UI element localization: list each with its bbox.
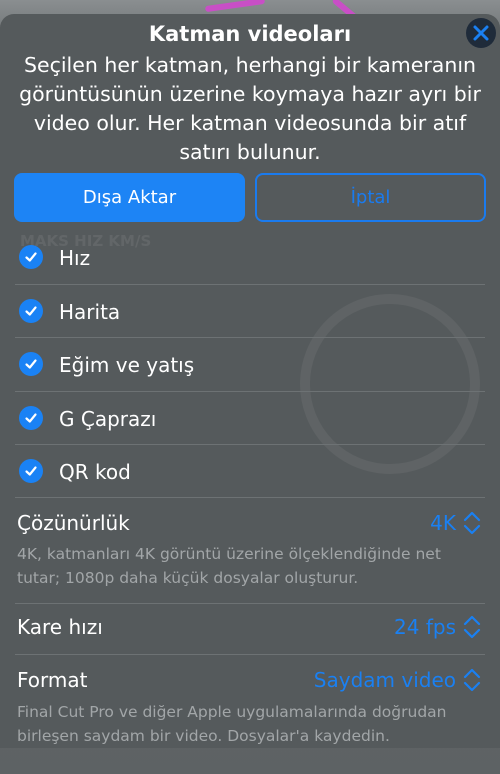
layer-label: Harita xyxy=(59,299,121,324)
checkmark-icon[interactable] xyxy=(19,299,43,323)
format-label: Format xyxy=(17,668,88,692)
chevron-up-down-icon[interactable] xyxy=(460,612,484,642)
format-picker[interactable]: Saydam video xyxy=(314,668,456,692)
sheet-title: Katman videoları xyxy=(148,22,352,46)
checkmark-icon[interactable] xyxy=(19,352,43,376)
layer-label: Hız xyxy=(59,245,91,270)
sheet-description: Seçilen her katman, herhangi bir kameran… xyxy=(19,53,481,164)
chevron-up-down-icon[interactable] xyxy=(460,665,484,695)
layer-row-pitch-roll[interactable]: Eğim ve yatış xyxy=(0,338,500,391)
layer-row-g-cross[interactable]: G Çaprazı xyxy=(0,392,500,445)
chevron-up-down-icon[interactable] xyxy=(460,508,484,538)
layer-row-map[interactable]: Harita xyxy=(0,285,500,338)
divider xyxy=(15,603,485,604)
layer-label: G Çaprazı xyxy=(59,406,157,431)
layer-videos-sheet: MAKS HIZ KM/S Katman videoları Seçilen h… xyxy=(0,14,500,748)
cancel-button[interactable]: İptal xyxy=(255,173,486,222)
export-button[interactable]: Dışa Aktar xyxy=(14,173,245,222)
layer-row-speed[interactable]: Hız xyxy=(0,231,500,284)
checkmark-icon[interactable] xyxy=(19,406,43,430)
divider xyxy=(15,497,485,498)
layer-row-qr-code[interactable]: QR kod xyxy=(0,445,500,498)
layer-label: QR kod xyxy=(59,459,131,484)
layer-label: Eğim ve yatış xyxy=(59,352,195,377)
checkmark-icon[interactable] xyxy=(19,459,43,483)
resolution-picker[interactable]: 4K xyxy=(430,511,456,535)
frame-rate-label: Kare hızı xyxy=(17,615,103,639)
map-route xyxy=(204,0,266,13)
divider xyxy=(15,654,485,655)
format-description: Final Cut Pro ve diğer Apple uygulamalar… xyxy=(17,703,447,745)
resolution-label: Çözünürlük xyxy=(17,511,130,535)
resolution-description: 4K, katmanları 4K görüntü üzerine ölçekl… xyxy=(17,545,441,587)
frame-rate-picker[interactable]: 24 fps xyxy=(394,615,456,639)
checkmark-icon[interactable] xyxy=(19,245,43,269)
